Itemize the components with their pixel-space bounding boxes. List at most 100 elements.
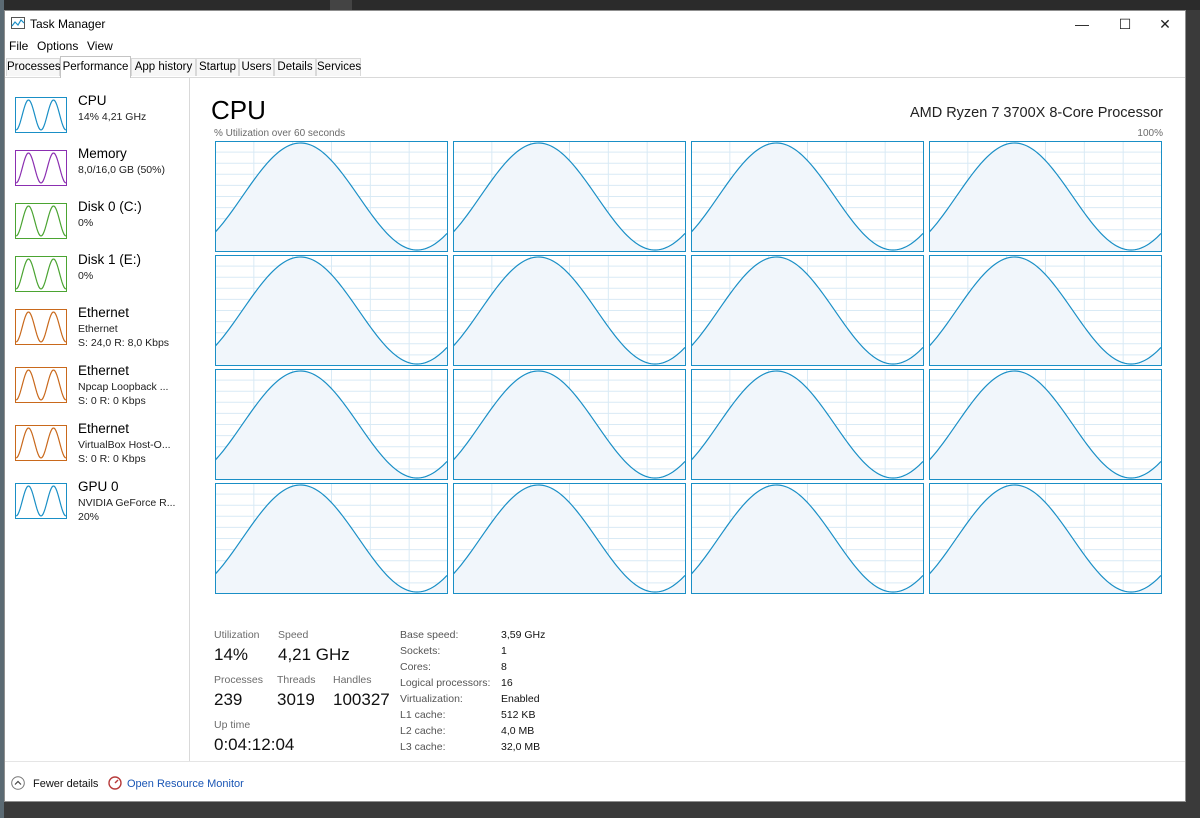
l1-cache-value: 512 KB <box>501 709 536 721</box>
sidebar-item-disk-1[interactable]: Disk 1 (E:) 0% <box>7 246 187 298</box>
sidebar-item-detail: 0% <box>78 270 94 282</box>
resource-monitor-icon[interactable] <box>108 776 122 790</box>
thumbnail-line <box>16 485 66 517</box>
virtualization-value: Enabled <box>501 693 540 705</box>
tab-app-history[interactable]: App history <box>131 58 196 76</box>
utilization-label: Utilization <box>214 629 260 641</box>
disk-1-thumbnail-graph <box>15 256 67 292</box>
tab-services[interactable]: Services <box>316 58 361 76</box>
tab-processes[interactable]: Processes <box>6 58 61 76</box>
thumbnail-line <box>16 427 66 459</box>
base-speed-label: Base speed: <box>400 629 459 641</box>
l2-cache-label: L2 cache: <box>400 725 446 737</box>
l3-cache-label: L3 cache: <box>400 741 446 753</box>
sidebar: CPU 14% 4,21 GHz Memory 8,0/16,0 GB (50%… <box>5 77 190 761</box>
logical-processors-label: Logical processors: <box>400 677 491 689</box>
close-button[interactable]: ✕ <box>1145 11 1185 37</box>
menu-file[interactable]: File <box>9 39 28 53</box>
sidebar-item-detail-2: S: 24,0 R: 8,0 Kbps <box>78 337 170 349</box>
core-graph-5 <box>453 255 686 366</box>
sidebar-item-detail-2: S: 0 R: 0 Kbps <box>78 453 146 465</box>
maximize-button[interactable]: ☐ <box>1105 11 1145 37</box>
core-graph-13 <box>453 483 686 594</box>
sidebar-item-label: Ethernet <box>78 305 130 320</box>
title-bar[interactable]: Task Manager — ☐ ✕ <box>5 11 1185 37</box>
speed-label: Speed <box>278 629 309 641</box>
sidebar-item-detail: 14% 4,21 GHz <box>78 111 147 123</box>
ethernet-2-thumbnail-graph <box>15 367 67 403</box>
open-resource-monitor-link[interactable]: Open Resource Monitor <box>127 778 244 790</box>
sidebar-item-ethernet-2[interactable]: Ethernet Npcap Loopback ... S: 0 R: 0 Kb… <box>7 357 187 415</box>
sidebar-item-label: CPU <box>78 93 107 108</box>
tab-details[interactable]: Details <box>274 58 316 76</box>
desktop-background <box>0 0 1200 10</box>
fewer-details-button[interactable]: Fewer details <box>33 778 98 790</box>
utilization-axis-label: % Utilization over 60 seconds <box>214 128 346 139</box>
sidebar-item-label: GPU 0 <box>78 479 119 494</box>
sidebar-item-label: Memory <box>78 146 127 161</box>
task-manager-window: Task Manager — ☐ ✕ File Options View Pro… <box>4 10 1186 802</box>
sidebar-item-label: Ethernet <box>78 363 130 378</box>
speed-value: 4,21 GHz <box>278 645 350 664</box>
virtualization-label: Virtualization: <box>400 693 463 705</box>
sidebar-item-detail: Ethernet <box>78 323 118 335</box>
window-title: Task Manager <box>30 17 106 31</box>
tab-users[interactable]: Users <box>239 58 274 76</box>
core-graph-12 <box>215 483 448 594</box>
utilization-max-label: 100% <box>1137 128 1163 139</box>
core-graph-4 <box>215 255 448 366</box>
logical-processor-graphs[interactable] <box>215 141 1165 599</box>
sidebar-item-label: Disk 1 (E:) <box>78 252 142 267</box>
sidebar-item-detail: 8,0/16,0 GB (50%) <box>78 164 165 176</box>
sidebar-item-gpu-0[interactable]: GPU 0 NVIDIA GeForce R... 20% <box>7 473 187 531</box>
sidebar-item-detail: Npcap Loopback ... <box>78 381 169 393</box>
sidebar-item-detail: VirtualBox Host-O... <box>78 439 171 451</box>
l1-cache-label: L1 cache: <box>400 709 446 721</box>
sidebar-item-detail-2: S: 0 R: 0 Kbps <box>78 395 146 407</box>
sidebar-item-ethernet-3[interactable]: Ethernet VirtualBox Host-O... S: 0 R: 0 … <box>7 415 187 473</box>
utilization-value: 14% <box>214 645 249 664</box>
page-title: CPU <box>211 95 266 125</box>
uptime-label: Up time <box>214 719 251 731</box>
gpu-0-thumbnail-graph <box>15 483 67 519</box>
sidebar-item-cpu[interactable]: CPU 14% 4,21 GHz <box>7 87 187 139</box>
sidebar-item-label: Disk 0 (C:) <box>78 199 142 214</box>
logical-processors-value: 16 <box>501 677 513 689</box>
tab-startup[interactable]: Startup <box>196 58 239 76</box>
core-graph-0 <box>215 141 448 252</box>
thumbnail-line <box>16 369 66 401</box>
core-graph-10 <box>691 369 924 480</box>
cores-label: Cores: <box>400 661 431 673</box>
core-graph-14 <box>691 483 924 594</box>
base-speed-value: 3,59 GHz <box>501 629 546 641</box>
tab-performance[interactable]: Performance <box>60 56 131 78</box>
menu-view[interactable]: View <box>87 39 113 53</box>
sidebar-item-label: Ethernet <box>78 421 130 436</box>
processes-label: Processes <box>214 674 264 686</box>
core-graph-2 <box>691 141 924 252</box>
desktop-strip <box>330 0 352 10</box>
core-graph-6 <box>691 255 924 366</box>
task-manager-app-icon <box>11 17 25 29</box>
menu-options[interactable]: Options <box>37 39 78 53</box>
thumbnail-line <box>16 152 66 184</box>
processes-value: 239 <box>214 690 243 709</box>
sidebar-item-memory[interactable]: Memory 8,0/16,0 GB (50%) <box>7 140 187 192</box>
thumbnail-line <box>16 99 66 131</box>
processor-name: AMD Ryzen 7 3700X 8-Core Processor <box>909 105 1163 121</box>
sidebar-item-ethernet-1[interactable]: Ethernet Ethernet S: 24,0 R: 8,0 Kbps <box>7 299 187 357</box>
thumbnail-line <box>16 258 66 290</box>
cores-value: 8 <box>501 661 507 673</box>
sidebar-item-disk-0[interactable]: Disk 0 (C:) 0% <box>7 193 187 245</box>
minimize-button[interactable]: — <box>1062 11 1102 37</box>
core-graph-11 <box>929 369 1162 480</box>
core-graph-7 <box>929 255 1162 366</box>
sidebar-item-detail: NVIDIA GeForce R... <box>78 497 176 509</box>
l2-cache-value: 4,0 MB <box>501 725 535 737</box>
chevron-up-icon[interactable] <box>11 776 25 790</box>
core-graph-8 <box>215 369 448 480</box>
core-graph-1 <box>453 141 686 252</box>
main-panel: CPU AMD Ryzen 7 3700X 8-Core Processor %… <box>195 77 1183 761</box>
footer-bar: Fewer details Open Resource Monitor <box>5 761 1185 803</box>
thumbnail-line <box>16 205 66 237</box>
